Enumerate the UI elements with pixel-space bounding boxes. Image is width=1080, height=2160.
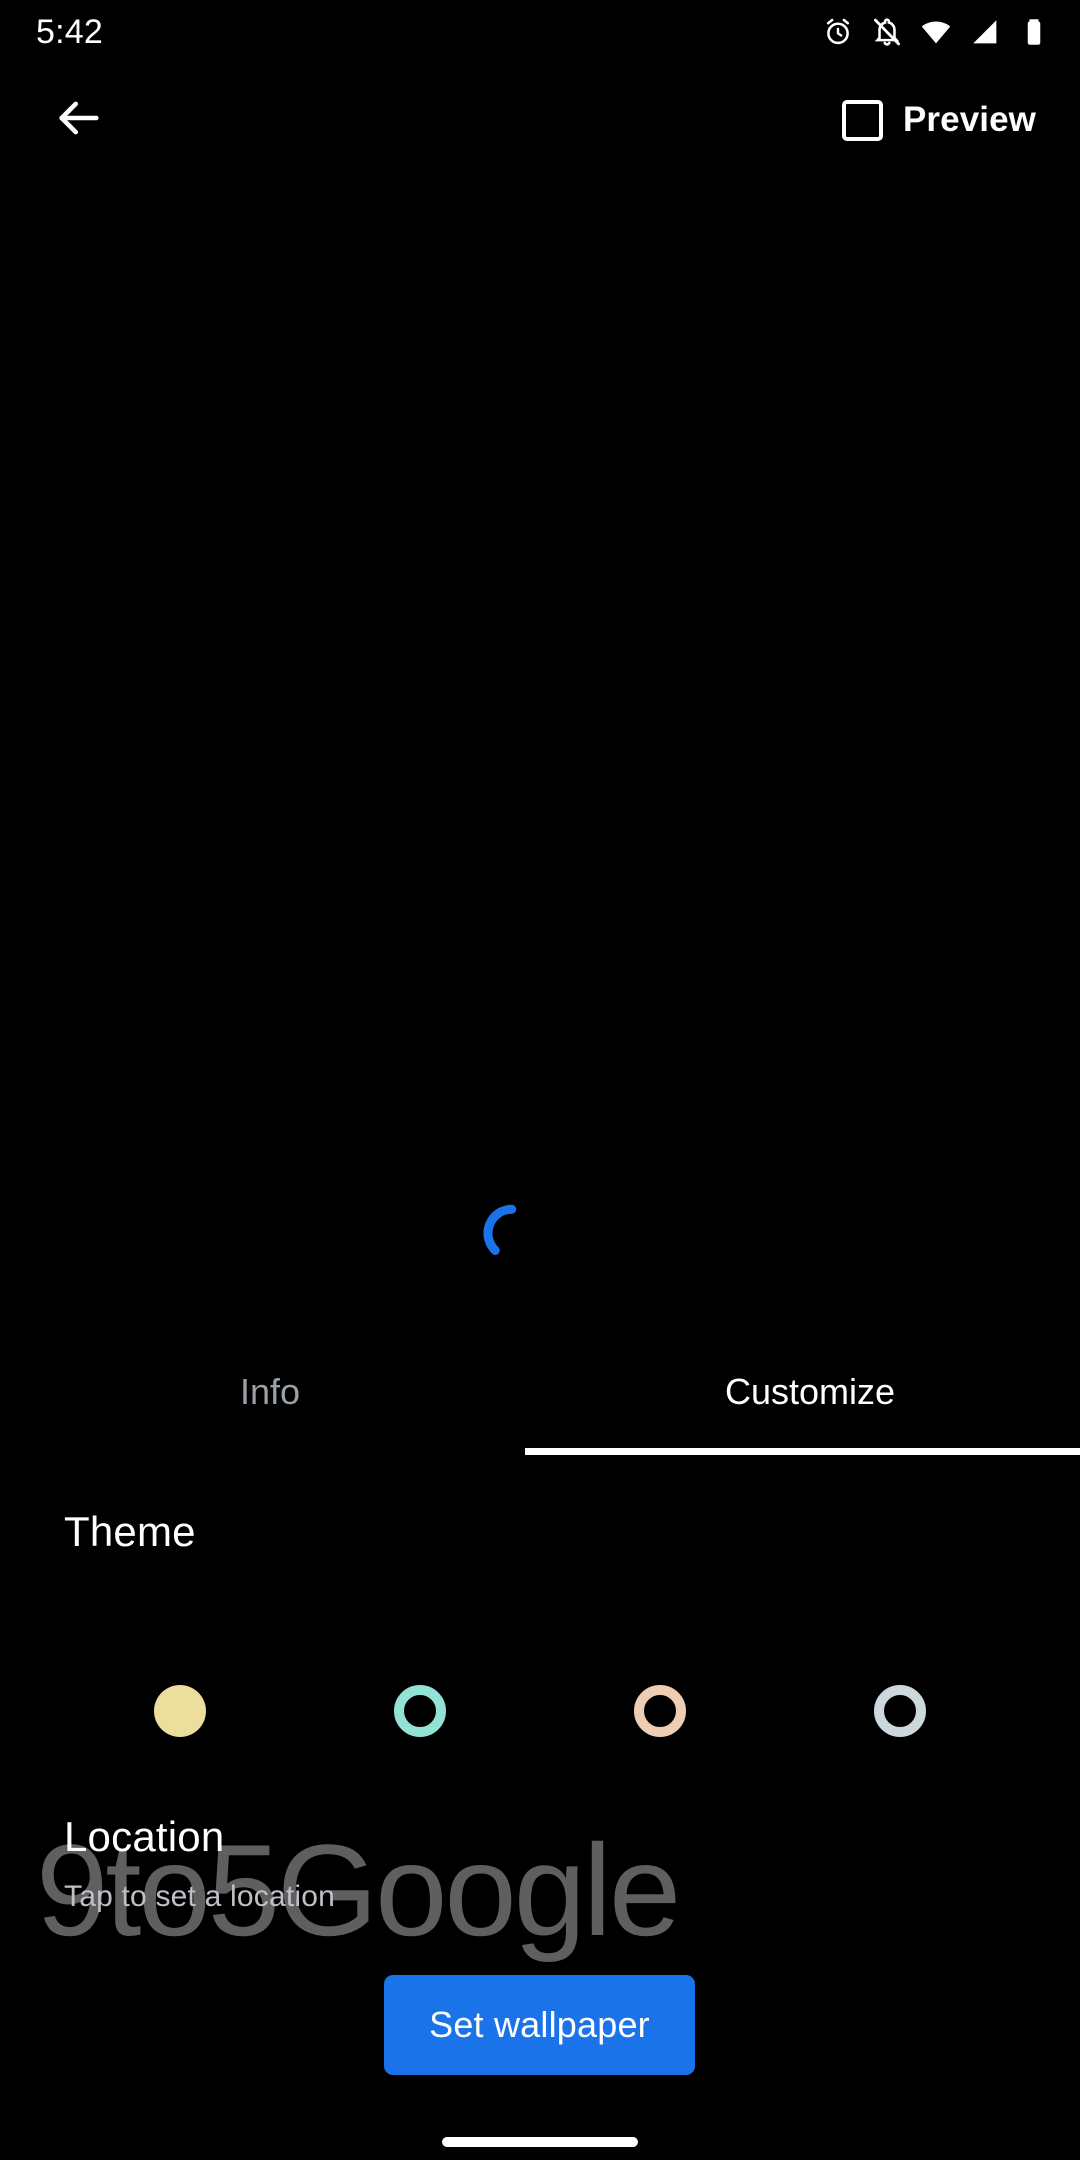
theme-swatch-yellow[interactable]	[154, 1685, 206, 1737]
theme-swatch-peach[interactable]	[634, 1685, 686, 1737]
theme-swatch-gray[interactable]	[874, 1685, 926, 1737]
tab-bar: Info Customize	[0, 1336, 1080, 1456]
tab-info[interactable]: Info	[0, 1336, 540, 1448]
preview-toggle[interactable]: Preview	[832, 92, 1050, 149]
preview-label: Preview	[902, 100, 1036, 139]
tab-active-indicator	[525, 1448, 1080, 1455]
theme-swatch-teal[interactable]	[394, 1685, 446, 1737]
theme-section: Theme	[0, 1508, 1080, 1737]
gesture-nav-bar	[0, 2090, 1080, 2160]
cellular-signal-icon	[969, 16, 1001, 48]
set-wallpaper-button[interactable]: Set wallpaper	[384, 1975, 695, 2075]
phone-preview-icon[interactable]	[841, 99, 883, 141]
notifications-off-icon	[871, 16, 903, 48]
wallpaper-preview-stage[interactable]	[0, 176, 1080, 1336]
home-gesture-pill[interactable]	[442, 2137, 638, 2147]
status-bar-icons	[822, 16, 1050, 48]
status-bar-clock: 5:42	[36, 13, 103, 51]
theme-section-title: Theme	[64, 1508, 196, 1555]
status-bar: 5:42	[0, 0, 1080, 64]
theme-swatch-list	[0, 1685, 1080, 1785]
battery-icon	[1018, 16, 1050, 48]
loading-spinner	[470, 1198, 538, 1266]
tab-customize[interactable]: Customize	[540, 1336, 1080, 1448]
location-title: Location	[64, 1813, 225, 1860]
wifi-icon	[920, 16, 952, 48]
location-subtitle: Tap to set a location	[64, 1880, 336, 1913]
alarm-icon	[822, 16, 854, 48]
back-arrow-icon	[53, 92, 105, 149]
app-bar: Preview	[0, 64, 1080, 176]
back-button[interactable]	[42, 83, 116, 157]
location-row[interactable]: Location Tap to set a location	[0, 1816, 1080, 1914]
